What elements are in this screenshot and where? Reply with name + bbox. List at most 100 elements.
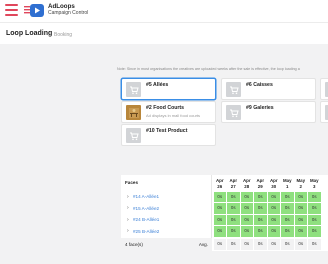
date-month: May (282, 178, 292, 183)
schedule-table: Faces › #14 A-Allée1 › #15 A-Allée2 › #2… (121, 175, 328, 251)
average-cell: 0s (227, 239, 240, 250)
display-thumbnail (226, 105, 241, 120)
date-column: May 2 0s 0s 0s 0s 0s (294, 175, 308, 251)
card-title: #10 Test Product (146, 128, 188, 134)
date-column: Apr 27 0s 0s 0s 0s 0s (227, 175, 241, 251)
face-row[interactable]: › #15 A-Allée2 (121, 203, 212, 215)
page-title: Loop Loading (6, 30, 53, 37)
face-name[interactable]: #24 B-Allée1 (133, 217, 159, 222)
schedule-cell[interactable]: 0s (240, 203, 253, 214)
brand-name: AdLoops (48, 3, 75, 10)
average-label: Avg. (198, 242, 208, 247)
average-cell: 0s (240, 239, 253, 250)
schedule-cell[interactable]: 0s (308, 226, 321, 237)
schedule-cell[interactable]: 0s (281, 214, 294, 225)
page-header: Loop Loading Booking (0, 22, 328, 44)
average-cell: 0s (294, 239, 307, 250)
schedule-cell[interactable]: 0s (267, 191, 280, 202)
date-column: May 3 0s 0s 0s 0s 0s (308, 175, 322, 251)
food-court-image-icon (128, 107, 139, 118)
schedule-cell[interactable]: 0s (254, 226, 267, 237)
display-card-partial[interactable] (320, 101, 328, 123)
faces-header: Faces (125, 180, 139, 185)
date-month: Apr (242, 178, 251, 183)
date-day: 26 (217, 184, 223, 189)
schedule-cell[interactable]: 0s (294, 214, 307, 225)
brand-subtitle: Campaign Control (48, 10, 89, 16)
face-count: 4 face(s) (125, 242, 143, 247)
schedule-cell[interactable]: 0s (240, 226, 253, 237)
schedule-cell[interactable]: 0s (254, 203, 267, 214)
schedule-cell[interactable]: 0s (227, 203, 240, 214)
date-column: Apr 29 0s 0s 0s 0s 0s (254, 175, 268, 251)
date-column: Apr 26 0s 0s 0s 0s 0s (213, 175, 227, 251)
schedule-cell[interactable]: 0s (267, 214, 280, 225)
display-thumbnail (126, 128, 141, 143)
date-month: May (296, 178, 306, 183)
display-card-galeries[interactable]: #9 Galeries (221, 101, 316, 123)
date-month: Apr (269, 178, 278, 183)
date-column: Apr 30 0s 0s 0s 0s 0s (267, 175, 281, 251)
adloops-logo-icon (24, 4, 44, 17)
schedule-cell[interactable]: 0s (267, 226, 280, 237)
face-row[interactable]: › #14 A-Allée1 (121, 191, 212, 203)
date-day: 3 (313, 184, 316, 189)
average-cell: 0s (254, 239, 267, 250)
card-title: #2 Food Courts (146, 105, 185, 111)
card-subtitle: Ad displays in mall food courts (146, 112, 201, 118)
schedule-cell[interactable]: 0s (281, 191, 294, 202)
schedule-cell[interactable]: 0s (267, 203, 280, 214)
schedule-cell[interactable]: 0s (240, 191, 253, 202)
schedule-cell[interactable]: 0s (254, 214, 267, 225)
schedule-cell[interactable]: 0s (227, 226, 240, 237)
display-card-food-courts[interactable]: #2 Food Courts Ad displays in mall food … (121, 101, 216, 123)
chevron-right-icon[interactable]: › (127, 228, 129, 234)
schedule-cell[interactable]: 0s (308, 203, 321, 214)
date-column: Apr 28 0s 0s 0s 0s 0s (240, 175, 254, 251)
date-month: Apr (229, 178, 238, 183)
schedule-cell[interactable]: 0s (213, 191, 226, 202)
display-card-test-product[interactable]: #10 Test Product (121, 124, 216, 146)
face-row[interactable]: › #25 B-Allée2 (121, 226, 212, 238)
display-card-allees[interactable]: #5 Allées (121, 78, 216, 100)
page-subtitle[interactable]: Booking (54, 32, 72, 38)
face-name[interactable]: #25 B-Allée2 (133, 229, 159, 234)
schedule-cell[interactable]: 0s (213, 214, 226, 225)
date-day: 30 (271, 184, 277, 189)
face-row[interactable]: › #24 B-Allée1 (121, 214, 212, 226)
schedule-cell[interactable]: 0s (294, 203, 307, 214)
schedule-cell[interactable]: 0s (281, 226, 294, 237)
average-cell: 0s (308, 239, 321, 250)
average-cell: 0s (281, 239, 294, 250)
display-card-partial[interactable] (320, 78, 328, 100)
schedule-cell[interactable]: 0s (213, 226, 226, 237)
schedule-cell[interactable]: 0s (240, 214, 253, 225)
schedule-cell[interactable]: 0s (227, 214, 240, 225)
face-name[interactable]: #14 A-Allée1 (133, 194, 159, 199)
schedule-cell[interactable]: 0s (294, 191, 307, 202)
schedule-cell[interactable]: 0s (227, 191, 240, 202)
schedule-cell[interactable]: 0s (254, 191, 267, 202)
face-name[interactable]: #15 A-Allée2 (133, 206, 159, 211)
top-bar: AdLoops Campaign Control (0, 0, 328, 22)
date-day: 29 (257, 184, 263, 189)
menu-icon[interactable] (5, 4, 18, 17)
date-column: May 1 0s 0s 0s 0s 0s (281, 175, 295, 251)
chevron-right-icon[interactable]: › (127, 194, 129, 200)
card-title: #9 Galeries (246, 105, 274, 111)
schedule-cell[interactable]: 0s (213, 203, 226, 214)
date-day: 28 (244, 184, 250, 189)
display-card-caisses[interactable]: #6 Caisses (221, 78, 316, 100)
date-day: 1 (286, 184, 289, 189)
schedule-cell[interactable]: 0s (308, 191, 321, 202)
chevron-right-icon[interactable]: › (127, 205, 129, 211)
schedule-cell[interactable]: 0s (294, 226, 307, 237)
display-thumbnail (126, 82, 141, 97)
date-day: 2 (299, 184, 302, 189)
schedule-cell[interactable]: 0s (308, 214, 321, 225)
schedule-cell[interactable]: 0s (281, 203, 294, 214)
card-title: #5 Allées (146, 82, 169, 88)
faces-column: Faces › #14 A-Allée1 › #15 A-Allée2 › #2… (121, 175, 212, 251)
date-month: Apr (256, 178, 265, 183)
chevron-right-icon[interactable]: › (127, 217, 129, 223)
